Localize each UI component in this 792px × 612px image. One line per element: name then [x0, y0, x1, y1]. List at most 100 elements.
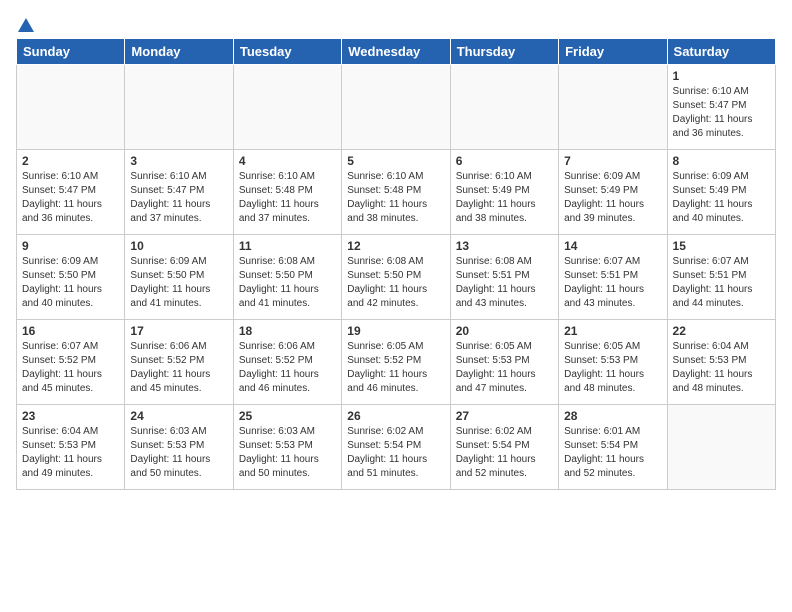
calendar-cell: 23 Sunrise: 6:04 AM Sunset: 5:53 PM Dayli…: [17, 405, 125, 490]
calendar-cell: 14 Sunrise: 6:07 AM Sunset: 5:51 PM Dayli…: [559, 235, 667, 320]
day-info: Sunrise: 6:10 AM Sunset: 5:48 PM Dayligh…: [239, 170, 336, 226]
day-info: Sunrise: 6:08 AM Sunset: 5:50 PM Dayligh…: [347, 255, 444, 311]
day-info: Sunrise: 6:07 AM Sunset: 5:51 PM Dayligh…: [673, 255, 770, 311]
weekday-header-row: SundayMondayTuesdayWednesdayThursdayFrid…: [17, 39, 776, 65]
day-number: 22: [673, 324, 770, 338]
day-info: Sunrise: 6:09 AM Sunset: 5:50 PM Dayligh…: [130, 255, 227, 311]
day-number: 2: [22, 154, 119, 168]
page-header: [16, 16, 776, 30]
day-number: 9: [22, 239, 119, 253]
day-info: Sunrise: 6:10 AM Sunset: 5:47 PM Dayligh…: [673, 85, 770, 141]
day-info: Sunrise: 6:08 AM Sunset: 5:50 PM Dayligh…: [239, 255, 336, 311]
calendar-cell: [125, 65, 233, 150]
day-info: Sunrise: 6:02 AM Sunset: 5:54 PM Dayligh…: [456, 425, 553, 481]
day-info: Sunrise: 6:10 AM Sunset: 5:47 PM Dayligh…: [130, 170, 227, 226]
day-number: 10: [130, 239, 227, 253]
day-info: Sunrise: 6:01 AM Sunset: 5:54 PM Dayligh…: [564, 425, 661, 481]
calendar-week-row: 2 Sunrise: 6:10 AM Sunset: 5:47 PM Daylig…: [17, 150, 776, 235]
day-info: Sunrise: 6:05 AM Sunset: 5:53 PM Dayligh…: [564, 340, 661, 396]
calendar-cell: 5 Sunrise: 6:10 AM Sunset: 5:48 PM Daylig…: [342, 150, 450, 235]
day-number: 11: [239, 239, 336, 253]
day-number: 8: [673, 154, 770, 168]
day-info: Sunrise: 6:03 AM Sunset: 5:53 PM Dayligh…: [130, 425, 227, 481]
day-number: 24: [130, 409, 227, 423]
calendar-cell: 6 Sunrise: 6:10 AM Sunset: 5:49 PM Daylig…: [450, 150, 558, 235]
calendar-cell: [450, 65, 558, 150]
calendar-cell: 18 Sunrise: 6:06 AM Sunset: 5:52 PM Dayli…: [233, 320, 341, 405]
day-number: 12: [347, 239, 444, 253]
calendar-cell: 28 Sunrise: 6:01 AM Sunset: 5:54 PM Dayli…: [559, 405, 667, 490]
calendar-cell: 15 Sunrise: 6:07 AM Sunset: 5:51 PM Dayli…: [667, 235, 775, 320]
day-number: 4: [239, 154, 336, 168]
calendar-cell: 8 Sunrise: 6:09 AM Sunset: 5:49 PM Daylig…: [667, 150, 775, 235]
calendar-cell: [17, 65, 125, 150]
calendar-cell: 16Sunrise: 6:07 AM Sunset: 5:52 PM Dayli…: [17, 320, 125, 405]
day-info: Sunrise: 6:10 AM Sunset: 5:47 PM Dayligh…: [22, 170, 119, 226]
day-info: Sunrise: 6:07 AM Sunset: 5:52 PM Dayligh…: [22, 340, 119, 396]
calendar-cell: 19 Sunrise: 6:05 AM Sunset: 5:52 PM Dayli…: [342, 320, 450, 405]
day-number: 19: [347, 324, 444, 338]
day-number: 3: [130, 154, 227, 168]
weekday-header-tuesday: Tuesday: [233, 39, 341, 65]
day-number: 27: [456, 409, 553, 423]
day-number: 15: [673, 239, 770, 253]
day-number: 28: [564, 409, 661, 423]
calendar-week-row: 16Sunrise: 6:07 AM Sunset: 5:52 PM Dayli…: [17, 320, 776, 405]
calendar-cell: [667, 405, 775, 490]
day-info: Sunrise: 6:09 AM Sunset: 5:49 PM Dayligh…: [564, 170, 661, 226]
calendar-cell: 27 Sunrise: 6:02 AM Sunset: 5:54 PM Dayli…: [450, 405, 558, 490]
day-info: Sunrise: 6:02 AM Sunset: 5:54 PM Dayligh…: [347, 425, 444, 481]
weekday-header-wednesday: Wednesday: [342, 39, 450, 65]
weekday-header-thursday: Thursday: [450, 39, 558, 65]
calendar-cell: 3 Sunrise: 6:10 AM Sunset: 5:47 PM Daylig…: [125, 150, 233, 235]
calendar-week-row: 1Sunrise: 6:10 AM Sunset: 5:47 PM Daylig…: [17, 65, 776, 150]
logo: [16, 16, 36, 30]
calendar-cell: 11 Sunrise: 6:08 AM Sunset: 5:50 PM Dayli…: [233, 235, 341, 320]
calendar-cell: 10 Sunrise: 6:09 AM Sunset: 5:50 PM Dayli…: [125, 235, 233, 320]
day-info: Sunrise: 6:09 AM Sunset: 5:50 PM Dayligh…: [22, 255, 119, 311]
day-info: Sunrise: 6:05 AM Sunset: 5:53 PM Dayligh…: [456, 340, 553, 396]
calendar-cell: [559, 65, 667, 150]
calendar-cell: 17 Sunrise: 6:06 AM Sunset: 5:52 PM Dayli…: [125, 320, 233, 405]
calendar-cell: 21 Sunrise: 6:05 AM Sunset: 5:53 PM Dayli…: [559, 320, 667, 405]
calendar-week-row: 9 Sunrise: 6:09 AM Sunset: 5:50 PM Daylig…: [17, 235, 776, 320]
calendar-cell: 1Sunrise: 6:10 AM Sunset: 5:47 PM Daylig…: [667, 65, 775, 150]
weekday-header-saturday: Saturday: [667, 39, 775, 65]
day-info: Sunrise: 6:10 AM Sunset: 5:49 PM Dayligh…: [456, 170, 553, 226]
calendar-cell: 2 Sunrise: 6:10 AM Sunset: 5:47 PM Daylig…: [17, 150, 125, 235]
day-number: 14: [564, 239, 661, 253]
day-number: 21: [564, 324, 661, 338]
day-number: 18: [239, 324, 336, 338]
calendar-table: SundayMondayTuesdayWednesdayThursdayFrid…: [16, 38, 776, 490]
day-number: 17: [130, 324, 227, 338]
day-info: Sunrise: 6:08 AM Sunset: 5:51 PM Dayligh…: [456, 255, 553, 311]
day-number: 25: [239, 409, 336, 423]
day-number: 6: [456, 154, 553, 168]
calendar-cell: 7Sunrise: 6:09 AM Sunset: 5:49 PM Daylig…: [559, 150, 667, 235]
calendar-cell: 22Sunrise: 6:04 AM Sunset: 5:53 PM Dayli…: [667, 320, 775, 405]
weekday-header-friday: Friday: [559, 39, 667, 65]
day-info: Sunrise: 6:04 AM Sunset: 5:53 PM Dayligh…: [22, 425, 119, 481]
calendar-cell: 20 Sunrise: 6:05 AM Sunset: 5:53 PM Dayli…: [450, 320, 558, 405]
day-number: 13: [456, 239, 553, 253]
day-info: Sunrise: 6:05 AM Sunset: 5:52 PM Dayligh…: [347, 340, 444, 396]
day-number: 20: [456, 324, 553, 338]
calendar-cell: 25 Sunrise: 6:03 AM Sunset: 5:53 PM Dayli…: [233, 405, 341, 490]
calendar-cell: 9 Sunrise: 6:09 AM Sunset: 5:50 PM Daylig…: [17, 235, 125, 320]
calendar-cell: 4 Sunrise: 6:10 AM Sunset: 5:48 PM Daylig…: [233, 150, 341, 235]
calendar-cell: 26 Sunrise: 6:02 AM Sunset: 5:54 PM Dayli…: [342, 405, 450, 490]
calendar-week-row: 23 Sunrise: 6:04 AM Sunset: 5:53 PM Dayli…: [17, 405, 776, 490]
calendar-cell: [233, 65, 341, 150]
day-info: Sunrise: 6:03 AM Sunset: 5:53 PM Dayligh…: [239, 425, 336, 481]
day-info: Sunrise: 6:06 AM Sunset: 5:52 PM Dayligh…: [130, 340, 227, 396]
day-info: Sunrise: 6:06 AM Sunset: 5:52 PM Dayligh…: [239, 340, 336, 396]
day-number: 5: [347, 154, 444, 168]
calendar-cell: 12 Sunrise: 6:08 AM Sunset: 5:50 PM Dayli…: [342, 235, 450, 320]
day-number: 26: [347, 409, 444, 423]
day-number: 23: [22, 409, 119, 423]
day-info: Sunrise: 6:07 AM Sunset: 5:51 PM Dayligh…: [564, 255, 661, 311]
calendar-cell: 24 Sunrise: 6:03 AM Sunset: 5:53 PM Dayli…: [125, 405, 233, 490]
day-info: Sunrise: 6:10 AM Sunset: 5:48 PM Dayligh…: [347, 170, 444, 226]
weekday-header-sunday: Sunday: [17, 39, 125, 65]
day-info: Sunrise: 6:09 AM Sunset: 5:49 PM Dayligh…: [673, 170, 770, 226]
